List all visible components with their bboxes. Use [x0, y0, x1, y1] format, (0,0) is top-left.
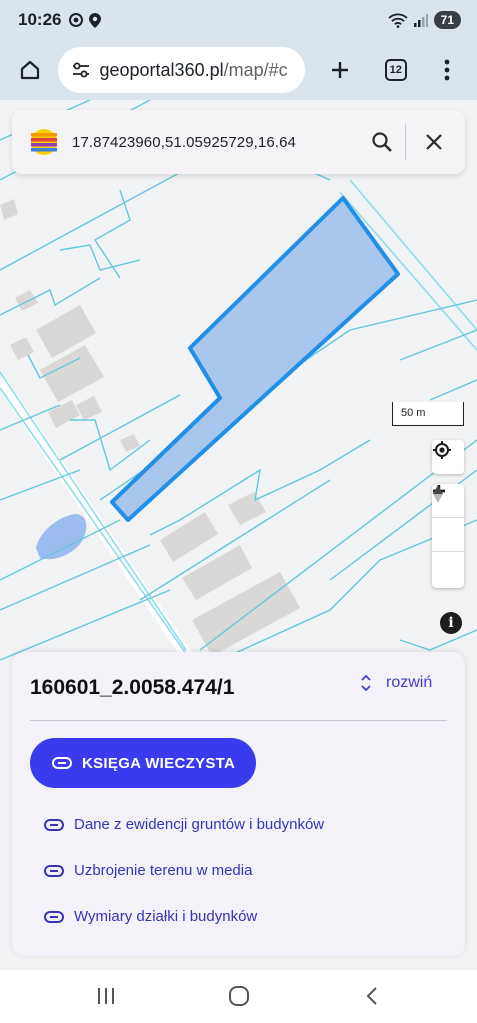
plus-icon	[332, 62, 349, 78]
browser-toolbar: geoportal360.pl/map/#c 12	[0, 40, 477, 100]
new-tab-button[interactable]	[321, 50, 361, 90]
tab-count: 12	[384, 59, 407, 81]
url-host: geoportal360.pl	[99, 59, 224, 80]
search-button[interactable]	[364, 124, 400, 160]
zoom-controls	[432, 484, 464, 588]
land-register-button[interactable]: KSIĘGA WIECZYSTA	[30, 738, 256, 788]
recent-apps-button[interactable]	[86, 982, 126, 1010]
link-dimensions-label: Wymiary działki i budynków	[74, 908, 258, 925]
home-circle-icon	[229, 986, 249, 1006]
selected-parcel[interactable]	[110, 196, 400, 522]
nav-home-button[interactable]	[219, 982, 259, 1010]
my-location-icon	[433, 441, 451, 459]
recents-icon	[98, 988, 114, 1004]
close-icon	[426, 134, 442, 150]
system-nav-bar	[0, 970, 477, 1023]
link-icon	[44, 818, 64, 831]
expand-label: rozwiń	[386, 674, 433, 691]
scale-label: 50 m	[401, 407, 426, 419]
zoom-out-button[interactable]	[432, 489, 464, 552]
browser-menu-button[interactable]	[428, 50, 468, 90]
locate-button[interactable]	[432, 440, 464, 474]
coordinate-search-bar: 17.87423960,51.05925729,16.64	[12, 110, 465, 174]
pond	[36, 514, 87, 560]
scale-bar: 50 m	[392, 402, 464, 426]
unfold-more-icon	[361, 674, 371, 692]
info-icon[interactable]: i	[440, 612, 462, 634]
back-icon	[366, 987, 377, 1005]
compass-icon	[433, 485, 443, 503]
status-bar: 10:26 71	[0, 0, 477, 40]
tab-switcher-button[interactable]: 12	[376, 50, 416, 90]
url-text: geoportal360.pl/map/#c	[100, 60, 288, 81]
search-icon	[372, 132, 392, 152]
home-icon	[20, 60, 39, 80]
parcel-details-panel: 160601_2.0058.474/1 rozwiń KSIĘGA WIECZY…	[12, 652, 465, 956]
link-land-records-label: Dane z ewidencji gruntów i budynków	[74, 816, 325, 833]
link-dimensions[interactable]: Wymiary działki i budynków	[44, 908, 257, 925]
location-icon	[89, 12, 102, 28]
status-system-icons: 71	[388, 11, 461, 29]
link-icon	[52, 757, 72, 769]
status-notification-icons	[69, 12, 102, 28]
parcel-id: 160601_2.0058.474/1	[30, 676, 235, 699]
status-time: 10:26	[18, 10, 62, 29]
address-bar[interactable]: geoportal360.pl/map/#c	[57, 47, 305, 93]
compass-button[interactable]	[432, 485, 464, 586]
search-divider	[405, 124, 406, 160]
link-icon	[44, 910, 64, 923]
url-path: /map/#c	[223, 59, 288, 80]
site-settings-icon[interactable]	[72, 62, 90, 78]
panel-divider	[30, 720, 447, 721]
app-logo-icon	[31, 129, 57, 155]
expand-button[interactable]: rozwiń	[360, 674, 432, 692]
home-button[interactable]	[10, 50, 50, 90]
chrome-icon	[69, 13, 84, 27]
back-button[interactable]	[352, 982, 392, 1010]
buildings	[0, 199, 300, 656]
more-vert-icon	[444, 59, 450, 81]
link-utilities-label: Uzbrojenie terenu w media	[74, 862, 253, 879]
land-register-label: KSIĘGA WIECZYSTA	[82, 754, 236, 772]
link-icon	[44, 864, 64, 877]
search-input[interactable]: 17.87423960,51.05925729,16.64	[72, 134, 296, 151]
wifi-icon	[388, 13, 408, 28]
battery-indicator: 71	[433, 11, 461, 29]
clear-search-button[interactable]	[416, 124, 452, 160]
link-land-records[interactable]: Dane z ewidencji gruntów i budynków	[44, 816, 324, 833]
link-utilities[interactable]: Uzbrojenie terenu w media	[44, 862, 252, 879]
signal-icon	[413, 14, 428, 27]
